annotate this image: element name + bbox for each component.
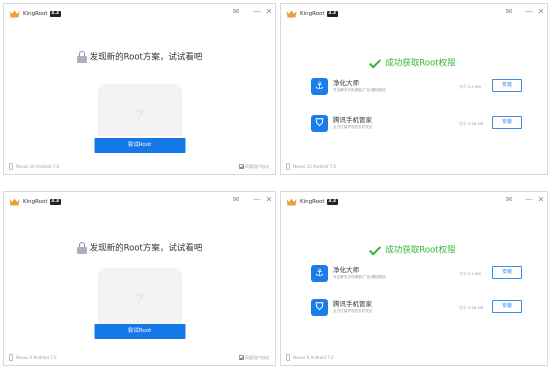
footer: Nexus 6 Android 7.0 同意用户协议 — [4, 351, 275, 365]
phone-icon — [9, 163, 13, 170]
device-info: Nexus 6 Android 7.0 — [293, 355, 334, 360]
titlebar[interactable]: KingRoot 3.3 ✉ — ✕ — [281, 192, 547, 212]
install-button[interactable]: 安装 — [492, 116, 522, 129]
footer: Nexus 10 Android 7.0 — [281, 160, 547, 174]
broom-icon: ⚓ — [311, 78, 328, 95]
minimize-button[interactable]: — — [253, 7, 261, 17]
mail-icon[interactable]: ✉ — [231, 195, 241, 205]
try-root-button[interactable]: 尝试Root — [94, 324, 185, 339]
app-size: 大小 3.98 MB — [459, 121, 484, 126]
device-info: Nexus 10 Android 7.0 — [16, 164, 60, 169]
app-name: 腾讯手机管家 — [333, 300, 372, 308]
app-name: 净化大师 — [333, 266, 359, 274]
agreement-checkbox[interactable]: 同意用户协议 — [238, 164, 269, 170]
check-icon — [369, 56, 382, 69]
titlebar[interactable]: KingRoot 3.3 ✉ — ✕ — [4, 192, 275, 212]
crown-logo-icon — [286, 10, 297, 18]
brand-label: KingRoot 3.3 — [23, 199, 61, 205]
minimize-button[interactable]: — — [253, 195, 261, 205]
success-headline: 成功获取Root权限 — [281, 239, 547, 256]
mail-icon[interactable]: ✉ — [231, 7, 241, 17]
app-size: 大小 5.4 MB — [459, 84, 481, 89]
app-description: 全方位保护您的手机安全 — [333, 125, 373, 129]
app-description: 专注解决手机弹窗/广告/通知烦扰 — [333, 88, 386, 92]
app-size: 大小 5.4 MB — [459, 271, 481, 276]
app-description: 全方位保护您的手机安全 — [333, 309, 373, 313]
minimize-button[interactable]: — — [525, 7, 533, 17]
question-mark-icon: ? — [135, 106, 144, 125]
install-button[interactable]: 安装 — [492, 266, 522, 279]
brand-label: KingRoot 3.3 — [300, 199, 338, 205]
titlebar[interactable]: KingRoot 3.3 ✉ — ✕ — [281, 4, 547, 24]
crown-logo-icon — [9, 198, 20, 206]
app-row: ⛉ 腾讯手机管家 全方位保护您的手机安全 大小 3.98 MB 安装 — [281, 115, 547, 133]
close-button[interactable]: ✕ — [537, 195, 545, 205]
mail-icon[interactable]: ✉ — [504, 195, 514, 205]
titlebar[interactable]: KingRoot 3.3 ✉ — ✕ — [4, 4, 275, 24]
mail-icon[interactable]: ✉ — [504, 7, 514, 17]
device-info: Nexus 10 Android 7.0 — [293, 164, 337, 169]
app-row: ⚓ 净化大师 专注解决手机弹窗/广告/通知烦扰 大小 5.4 MB 安装 — [281, 265, 547, 283]
app-description: 专注解决手机弹窗/广告/通知烦扰 — [333, 275, 386, 279]
version-badge: 3.3 — [326, 11, 338, 17]
lock-icon — [76, 50, 87, 63]
agreement-checkbox[interactable]: 同意用户协议 — [238, 355, 269, 361]
root-headline: 发现新的Root方案，试试看吧 — [4, 46, 275, 63]
version-badge: 3.3 — [49, 11, 61, 17]
close-button[interactable]: ✕ — [265, 195, 273, 205]
app-size: 大小 3.98 MB — [459, 305, 484, 310]
success-window-bottom: KingRoot 3.3 ✉ — ✕ 成功获取Root权限 ⚓ 净化大师 专注解决… — [280, 191, 548, 366]
close-button[interactable]: ✕ — [537, 7, 545, 17]
minimize-button[interactable]: — — [525, 195, 533, 205]
close-button[interactable]: ✕ — [265, 7, 273, 17]
question-mark-icon: ? — [135, 290, 144, 309]
version-badge: 3.3 — [326, 199, 338, 205]
check-icon — [369, 243, 382, 256]
checkbox-icon[interactable] — [238, 355, 244, 360]
version-badge: 3.3 — [49, 199, 61, 205]
app-name: 腾讯手机管家 — [333, 116, 372, 124]
root-window-top: KingRoot 3.3 ✉ — ✕ 发现新的Root方案，试试看吧 ? 尝试Ro… — [3, 3, 276, 175]
phone-icon — [9, 354, 13, 361]
phone-icon — [286, 354, 290, 361]
phone-icon — [286, 163, 290, 170]
crown-logo-icon — [9, 10, 20, 18]
install-button[interactable]: 安装 — [492, 300, 522, 313]
shield-icon: ⛉ — [311, 299, 328, 316]
footer: Nexus 6 Android 7.0 — [281, 351, 547, 365]
try-root-button[interactable]: 尝试Root — [94, 138, 185, 153]
root-headline: 发现新的Root方案，试试看吧 — [4, 237, 275, 254]
brand-label: KingRoot 3.3 — [300, 11, 338, 17]
crown-logo-icon — [286, 198, 297, 206]
app-row: ⛉ 腾讯手机管家 全方位保护您的手机安全 大小 3.98 MB 安装 — [281, 299, 547, 317]
brand-label: KingRoot 3.3 — [23, 11, 61, 17]
footer: Nexus 10 Android 7.0 同意用户协议 — [4, 160, 275, 174]
app-name: 净化大师 — [333, 79, 359, 87]
install-button[interactable]: 安装 — [492, 79, 522, 92]
shield-icon: ⛉ — [311, 115, 328, 132]
phone-illustration: ? — [97, 84, 182, 136]
app-row: ⚓ 净化大师 专注解决手机弹窗/广告/通知烦扰 大小 5.4 MB 安装 — [281, 78, 547, 96]
checkbox-icon[interactable] — [238, 164, 244, 169]
lock-icon — [76, 241, 87, 254]
success-headline: 成功获取Root权限 — [281, 52, 547, 69]
success-window-top: KingRoot 3.3 ✉ — ✕ 成功获取Root权限 ⚓ 净化大师 专注解决… — [280, 3, 548, 175]
device-info: Nexus 6 Android 7.0 — [16, 355, 57, 360]
broom-icon: ⚓ — [311, 265, 328, 282]
phone-illustration: ? — [97, 268, 182, 324]
root-window-bottom: KingRoot 3.3 ✉ — ✕ 发现新的Root方案，试试看吧 ? 尝试Ro… — [3, 191, 276, 366]
